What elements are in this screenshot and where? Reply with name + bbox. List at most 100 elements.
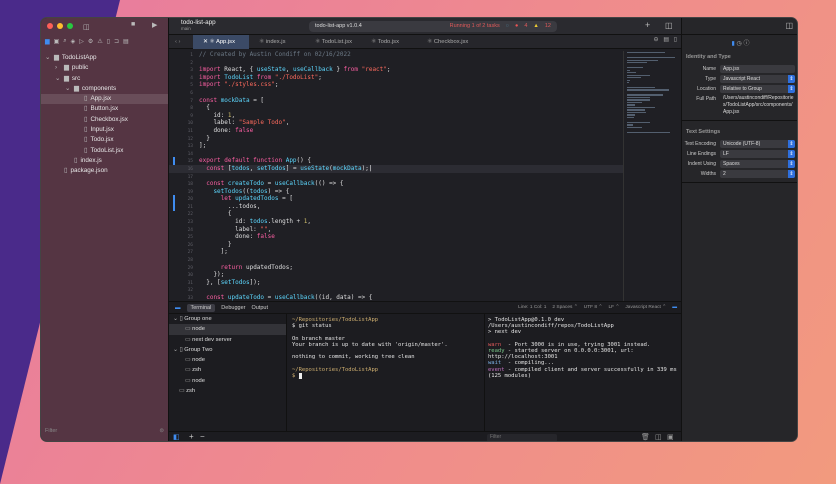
tab-terminal[interactable]: Terminal [186,303,216,312]
tests-icon[interactable]: ▷ [79,38,84,45]
tab-checkbox-jsx[interactable]: ⚛ Checkbox.jsx [417,35,473,49]
filter-field[interactable]: Filter ⊜ [45,428,164,437]
history-icon[interactable]: ◷ [737,41,742,47]
terminal-label: node [192,326,205,333]
code-token: ]; [199,142,207,150]
debug-icon[interactable]: ⚙ [88,38,93,45]
code-token: , [267,225,272,233]
nav-back-icon[interactable]: ‹ › [169,39,193,45]
close-button[interactable] [47,23,53,29]
tree-item[interactable]: ⌄ ▆ src [41,74,168,84]
terminal-filter-input[interactable]: Filter [487,434,557,441]
breakpoint-icon[interactable]: ▯ [107,38,110,45]
tree-item[interactable]: ▯ TodoList.jsx [41,146,168,156]
scheme-selector[interactable]: todo-list-app v1.0.4 [315,23,362,29]
add-terminal-button[interactable]: + [189,432,194,441]
terminal-group[interactable]: ⌄ ▯ Group one [169,314,286,324]
chevron-icon[interactable]: › [55,63,61,73]
source-control-icon[interactable]: ▣ [54,38,60,45]
tab-index-js[interactable]: ⚛ index.js [249,35,305,49]
minimap-line [627,79,630,81]
location-select[interactable]: Relative to Group [720,85,795,93]
terminal-item[interactable]: ▭ zsh [169,365,286,375]
tree-item[interactable]: ▯ Todo.jsx [41,135,168,145]
run-icon[interactable]: ▶ [152,21,157,29]
status-item[interactable]: Line: 1 Col: 1 [518,305,546,310]
branch-name: main [181,26,191,31]
tree-item[interactable]: ▯ App.jsx [41,94,168,105]
warning-icon[interactable]: ⚠ [97,38,102,45]
tree-item[interactable]: ▯ Input.jsx [41,125,168,135]
warning-icon[interactable]: ▲ [533,21,538,32]
tree-item[interactable]: ▯ Checkbox.jsx [41,115,168,125]
tab-todo-jsx[interactable]: ⚛ Todo.jsx [361,35,417,49]
status-item[interactable]: LF ⌃ [608,305,619,310]
type-select[interactable]: Javascript React [720,75,795,83]
encoding-select[interactable]: Unicode (UTF-8) [720,140,795,148]
code-token: "react" [361,66,387,74]
name-field[interactable]: App.jsx [720,65,795,73]
sidebar-toggle-icon[interactable]: ◫ [83,23,90,31]
code-editor[interactable]: 1// Created by Austin Condiff on 02/16/2… [169,51,623,301]
status-item[interactable]: 2 Spaces ⌃ [552,305,577,310]
stop-icon[interactable]: ■ [131,21,135,28]
chevron-icon[interactable]: ⌄ [45,53,51,63]
indent-select[interactable]: Spaces [720,160,795,168]
project-title[interactable]: todo-list-app main [181,19,216,32]
report-icon[interactable]: ▤ [123,38,129,45]
inspector-toggle-icon[interactable]: ◫ [785,21,793,30]
split-icon[interactable]: ◫ [655,433,662,441]
tab-todolist-jsx[interactable]: ⚛ TodoList.jsx [305,35,361,49]
line-endings-select[interactable]: LF [720,150,795,158]
minimap[interactable] [623,51,681,301]
tree-item[interactable]: ⌄ ▆ components [41,84,168,94]
terminal-group[interactable]: ⌄ ▯ Group Two [169,345,286,355]
panel-layout-icon[interactable]: ▬ [672,305,677,310]
filter-input[interactable]: Filter [45,428,57,437]
search-icon[interactable]: ⌕ [63,38,66,45]
code-line: 29 return updatedTodos; [169,264,623,272]
zoom-button[interactable] [67,23,73,29]
terminal-item[interactable]: ▭ next dev server [169,335,286,345]
tree-item[interactable]: ▯ Button.jsx [41,104,168,114]
file-inspector-icon[interactable]: ▮ [732,41,735,47]
folder-icon[interactable]: ▆ [45,38,50,45]
refresh-icon[interactable]: ⊖ [653,37,658,43]
maximize-icon[interactable]: ▣ [667,433,674,441]
terminal-item[interactable]: ▭ node [169,355,286,365]
tab-debugger[interactable]: Debugger [221,305,245,311]
minimize-button[interactable] [57,23,63,29]
inspector-toggle-icon[interactable]: ◫ [665,21,673,30]
trash-icon[interactable]: 🗑 [641,433,650,441]
layout-icon[interactable]: ▯ [674,37,677,43]
scheme-status-bar[interactable]: todo-list-app v1.0.4 Running 1 of 2 task… [309,21,557,32]
terminal-pane-1[interactable]: ~/Repositories/TodoListApp $ git status On… [289,314,485,432]
remove-terminal-button[interactable]: − [200,432,205,441]
widths-select[interactable]: 2 [720,170,795,178]
tree-item[interactable]: ▯ index.js [41,156,168,166]
chevron-icon[interactable]: ⌄ [55,74,61,84]
terminal-item[interactable]: ▭ node [169,376,286,386]
add-icon[interactable]: + [645,20,650,30]
help-icon[interactable]: ⓘ [743,41,749,47]
tag-icon[interactable]: ⊐ [114,38,119,45]
terminal-pane-2[interactable]: > TodoListApp@0.1.0 dev /Users/austincon… [485,314,681,432]
terminal-item[interactable]: ▭ zsh [169,386,286,396]
tree-item[interactable]: ▯ package.json [41,166,168,176]
chevron-icon[interactable]: ⌄ [65,84,71,94]
issues-icon[interactable]: ◈ [71,38,76,45]
status-item[interactable]: Javascript React ⌃ [625,305,666,310]
code-line: 27 ]; [169,248,623,256]
tree-item[interactable]: ⌄ ▆ TodoListApp [41,53,168,63]
tab-output[interactable]: Output [251,305,268,311]
error-icon[interactable]: ● [515,21,518,32]
tab-app-jsx[interactable]: ✕ ⚛ App.jsx [193,34,249,49]
terminal-item[interactable]: ▭ node [169,324,286,335]
tree-item[interactable]: › ▆ public [41,63,168,73]
filter-options-icon[interactable]: ⊜ [159,428,164,437]
status-item[interactable]: UTF 8 ⌃ [584,305,603,310]
code-token: "./styles.css" [224,81,275,89]
code-token: } [199,240,232,248]
sidebar-toggle-icon[interactable]: ◧ [173,433,180,441]
split-icon[interactable]: ▤ [663,37,668,43]
